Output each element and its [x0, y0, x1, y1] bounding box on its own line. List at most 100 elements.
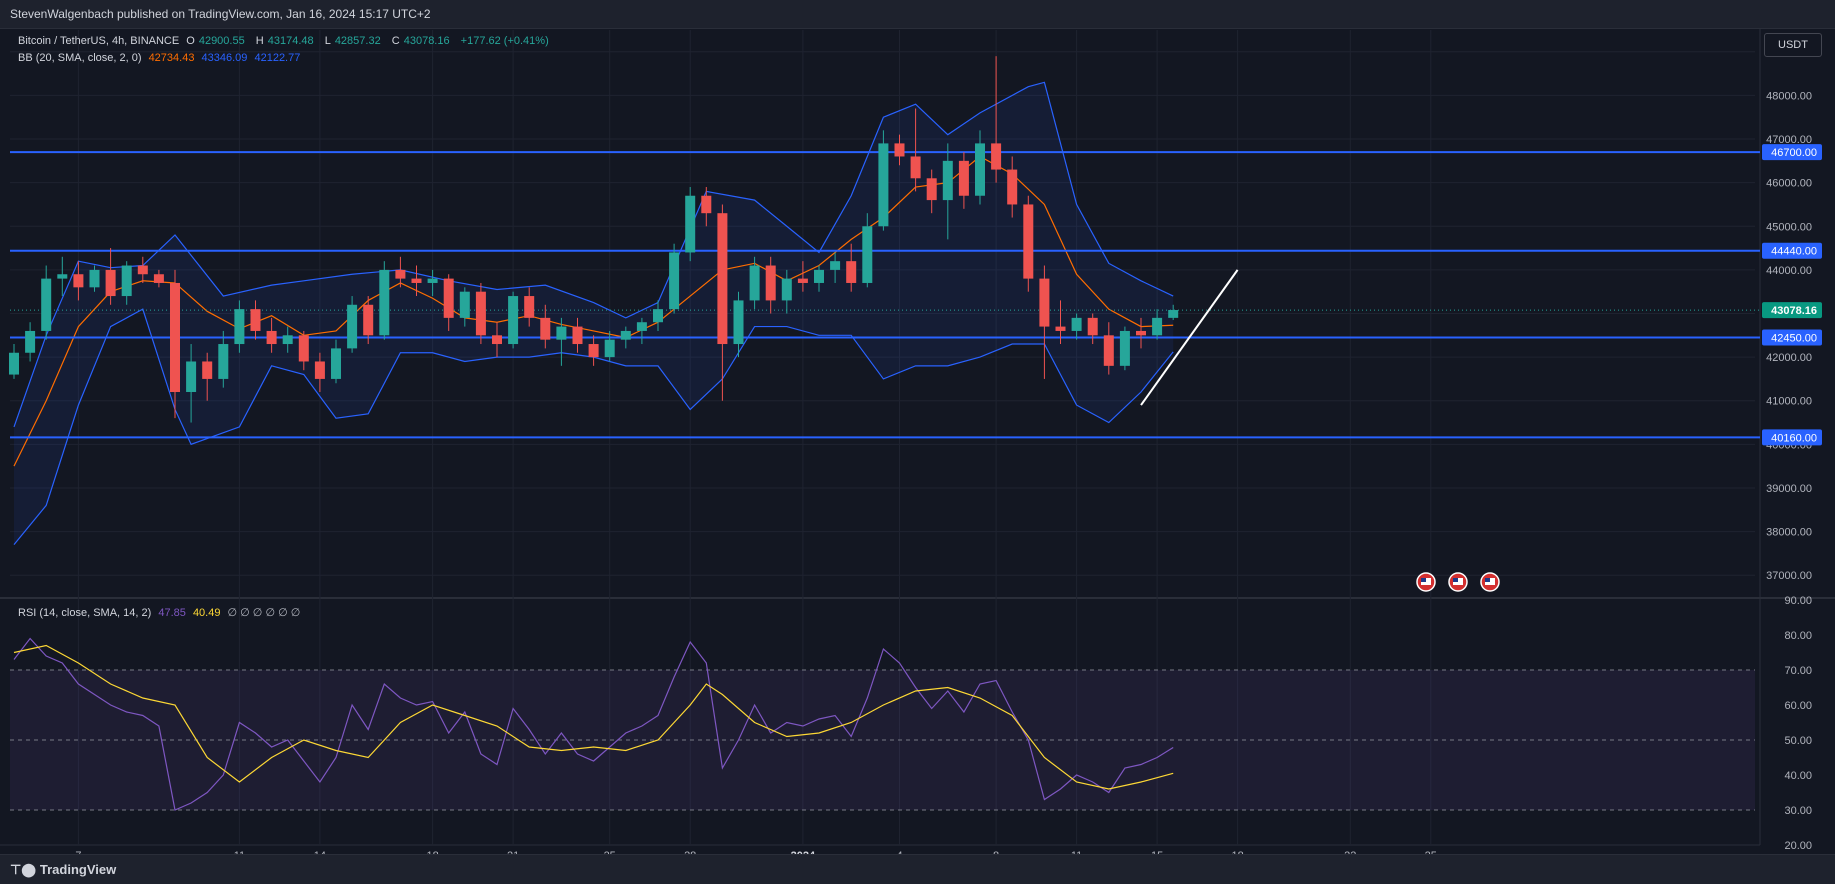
candle-body [218, 344, 229, 379]
close-value: 43078.16 [403, 35, 450, 47]
candle-body [701, 195, 712, 214]
footer-bar: ⊤⬤ TradingView [0, 854, 1835, 884]
candle-body [137, 265, 148, 275]
candle-body [524, 296, 535, 318]
candle-body [653, 309, 663, 323]
candle-body [814, 269, 824, 283]
candle-body [475, 291, 486, 336]
candle-body [910, 156, 921, 179]
candle-body [975, 143, 985, 196]
bb-upper-value: 43346.09 [201, 52, 248, 64]
candle-body [121, 265, 132, 297]
candle-body [942, 160, 953, 201]
price-chart[interactable]: 7111418212528202448111518222537000.00380… [0, 0, 1835, 883]
candle-body [1071, 317, 1082, 331]
price-tick-label: 46000.00 [1766, 178, 1812, 190]
candle-body [347, 304, 358, 349]
rsi-tick-label: 80.00 [1784, 630, 1812, 642]
rsi-tick-label: 90.00 [1784, 595, 1812, 607]
candle-body [749, 265, 760, 301]
rsi-tick-label: 30.00 [1784, 805, 1812, 817]
price-tick-label: 45000.00 [1766, 221, 1812, 233]
candle-body [459, 291, 470, 318]
candle-body [878, 143, 889, 227]
us-event-flag-canton [1485, 578, 1490, 582]
level-price-label: 44440.00 [1771, 246, 1817, 258]
candle-body [685, 195, 696, 253]
candle-body [669, 252, 680, 310]
rsi-tick-label: 40.00 [1784, 770, 1812, 782]
candle-body [1087, 317, 1098, 336]
candle-body [958, 160, 969, 196]
tradingview-logo: ⊤⬤ TradingView [10, 862, 117, 877]
us-event-flag-canton [1453, 578, 1458, 582]
price-tick-label: 38000.00 [1766, 527, 1812, 539]
candle-body [846, 261, 857, 283]
candle-body [443, 278, 454, 318]
candle-body [733, 300, 744, 345]
candle-body [1119, 330, 1130, 366]
candle-body [89, 269, 100, 288]
candle-body [202, 361, 213, 379]
rsi-tick-label: 70.00 [1784, 665, 1812, 677]
candle-body [250, 309, 261, 331]
rsi-legend: RSI (14, close, SMA, 14, 2) 47.85 40.49 … [18, 606, 304, 619]
candle-body [894, 143, 905, 157]
candle-body [492, 335, 502, 345]
candle-body [765, 265, 776, 301]
high-value: 43174.48 [267, 35, 314, 47]
rsi-label: RSI (14, close, SMA, 14, 2) [18, 607, 152, 619]
open-value: 42900.55 [198, 35, 245, 47]
candle-body [170, 282, 180, 393]
candle-body [508, 296, 519, 345]
candle-body [781, 278, 792, 301]
price-tick-label: 39000.00 [1766, 483, 1812, 495]
bb-label: BB (20, SMA, close, 2, 0) [18, 52, 142, 64]
rsi-value: 47.85 [158, 607, 186, 619]
price-tick-label: 42000.00 [1766, 352, 1812, 364]
candle-body [862, 226, 873, 283]
candle-body [314, 361, 325, 379]
rsi-ma-value: 40.49 [192, 607, 221, 619]
rsi-tick-label: 50.00 [1784, 735, 1812, 747]
level-price-label: 46700.00 [1771, 147, 1817, 159]
candle-body [572, 326, 583, 345]
candle-body [427, 278, 438, 283]
candle-body [363, 304, 374, 336]
price-tick-label: 37000.00 [1766, 570, 1812, 582]
candle-body [1055, 326, 1066, 331]
candle-body [926, 178, 937, 201]
candle-body [1168, 310, 1179, 318]
candle-body [1136, 330, 1146, 336]
price-tick-label: 41000.00 [1766, 396, 1812, 408]
tradingview-icon: ⊤⬤ [10, 862, 36, 877]
candle-body [717, 213, 728, 345]
price-tick-label: 44000.00 [1766, 265, 1812, 277]
level-price-label: 42450.00 [1771, 332, 1817, 344]
candle-body [830, 261, 841, 270]
candle-body [25, 330, 36, 353]
candle-body [73, 274, 84, 288]
candle-body [1039, 278, 1050, 327]
candle-body [379, 269, 390, 336]
symbol-label: Bitcoin / TetherUS, 4h, BINANCE [18, 35, 180, 47]
us-event-flag-canton [1421, 578, 1426, 582]
candle-body [588, 344, 599, 358]
candle-body [298, 335, 309, 362]
candle-body [331, 348, 341, 379]
candle-body [540, 317, 551, 340]
level-price-label: 40160.00 [1771, 432, 1817, 444]
candle-body [1007, 169, 1018, 205]
bb-basis-value: 42734.43 [148, 52, 195, 64]
candle-body [266, 330, 277, 345]
bb-legend: BB (20, SMA, close, 2, 0) 42734.43 43346… [18, 52, 304, 64]
low-value: 42857.32 [334, 35, 381, 47]
candle-body [604, 339, 615, 358]
candle-body [1023, 204, 1034, 279]
rsi-tick-label: 60.00 [1784, 700, 1812, 712]
candle-body [620, 330, 631, 340]
currency-button[interactable]: USDT [1764, 33, 1822, 57]
candle-body [41, 278, 52, 331]
candle-body [57, 274, 68, 279]
rsi-tick-label: 20.00 [1784, 840, 1812, 852]
